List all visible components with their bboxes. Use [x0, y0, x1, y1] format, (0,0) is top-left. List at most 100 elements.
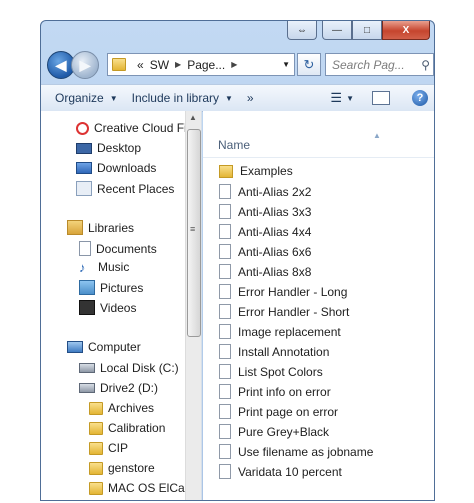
sidebar-item-videos[interactable]: Videos [79, 300, 136, 315]
file-icon [219, 224, 231, 239]
forward-button[interactable]: ▶ [71, 51, 99, 79]
list-item-label: Anti-Alias 4x4 [238, 224, 312, 239]
restore-button[interactable]: ⇔ [287, 21, 317, 40]
sidebar-item-label: Local Disk (C:) [100, 361, 179, 375]
sidebar-item-genstore[interactable]: genstore [89, 461, 155, 475]
sidebar-item-archives[interactable]: Archives [89, 401, 154, 415]
sidebar-item-label: Desktop [97, 141, 142, 155]
list-item[interactable]: Pure Grey+Black [219, 424, 329, 439]
chevron-right-icon[interactable]: ▶ [175, 60, 181, 69]
address-bar[interactable]: « SW ▶ Page... ▶ ▼ [107, 53, 295, 76]
sidebar-item-music[interactable]: ♪ Music [79, 260, 129, 274]
column-header-name[interactable]: Name [218, 138, 250, 152]
maximize-button[interactable]: □ [352, 21, 382, 40]
refresh-button[interactable]: ↻ [297, 53, 321, 76]
maximize-icon: □ [363, 24, 371, 36]
folder-icon [89, 421, 103, 435]
chevron-down-icon: ▼ [109, 93, 118, 103]
sidebar-item-label: Documents [96, 241, 157, 256]
list-item[interactable]: Varidata 10 percent [219, 464, 342, 479]
list-item-label: Anti-Alias 6x6 [238, 244, 312, 259]
recent-places-icon [76, 181, 92, 196]
list-item[interactable]: Error Handler - Short [219, 304, 349, 319]
videos-icon [79, 300, 95, 315]
list-item-label: Error Handler - Long [238, 284, 348, 299]
list-item-label: Install Annotation [238, 344, 330, 359]
list-item-label: Varidata 10 percent [238, 464, 342, 479]
file-icon [219, 264, 231, 279]
sidebar-item-calibration[interactable]: Calibration [89, 421, 165, 435]
search-input[interactable]: Search Pag... ⚲ [325, 53, 434, 76]
include-in-library-menu[interactable]: Include in library ▼ [132, 91, 233, 105]
list-item-label: Error Handler - Short [238, 304, 350, 319]
help-icon[interactable]: ? [412, 90, 428, 106]
sidebar-item-recent-places[interactable]: Recent Places [76, 181, 174, 196]
sidebar-item-label: Calibration [108, 421, 166, 435]
sidebar-item-creative-cloud[interactable]: Creative Cloud Fi [76, 121, 185, 135]
file-icon [219, 384, 231, 399]
scroll-up-icon[interactable]: ▲ [189, 113, 197, 122]
sidebar-item-local-disk[interactable]: Local Disk (C:) [79, 361, 179, 375]
list-item[interactable]: Anti-Alias 2x2 [219, 184, 311, 199]
sidebar-item-computer[interactable]: Computer [67, 340, 141, 354]
list-item-label: Pure Grey+Black [238, 424, 330, 439]
sidebar-item-label: Archives [108, 401, 155, 415]
organize-menu[interactable]: Organize ▼ [55, 91, 118, 105]
close-icon: X [402, 24, 410, 36]
more-commands-button[interactable]: » [247, 91, 254, 105]
folder-icon [219, 164, 233, 178]
sidebar-item-label: Pictures [100, 280, 144, 295]
sidebar-item-downloads[interactable]: Downloads [76, 161, 156, 175]
sidebar-item-libraries[interactable]: Libraries [67, 220, 134, 235]
list-item-label: Examples [240, 164, 293, 178]
list-item[interactable]: Anti-Alias 6x6 [219, 244, 311, 259]
pane-divider[interactable] [201, 111, 202, 500]
change-view-icon[interactable]: ☰ [330, 90, 342, 106]
breadcrumb-sw[interactable]: SW [150, 58, 169, 72]
sidebar-item-label: Downloads [97, 161, 157, 175]
sidebar-item-pictures[interactable]: Pictures [79, 280, 143, 295]
sidebar-item-label: genstore [108, 461, 155, 475]
sidebar-item-label: MAC OS ElCapi [108, 481, 185, 495]
navigation-scrollbar[interactable]: ▲ ≡ [185, 111, 201, 500]
sidebar-item-label: Videos [100, 300, 137, 315]
list-item[interactable]: Image replacement [219, 324, 341, 339]
chevron-down-icon[interactable]: ▼ [282, 60, 290, 69]
list-item[interactable]: Anti-Alias 4x4 [219, 224, 311, 239]
list-item-label: Print info on error [238, 384, 331, 399]
list-item[interactable]: Examples [219, 164, 293, 178]
organize-label: Organize [55, 91, 104, 105]
list-item[interactable]: Error Handler - Long [219, 284, 347, 299]
list-item[interactable]: Install Annotation [219, 344, 329, 359]
list-item[interactable]: List Spot Colors [219, 364, 323, 379]
folder-icon [89, 401, 103, 415]
more-commands-label: » [246, 91, 254, 105]
list-item-label: List Spot Colors [238, 364, 323, 379]
local-disk-icon [79, 363, 95, 373]
sidebar-item-desktop[interactable]: Desktop [76, 141, 141, 155]
breadcrumb-page[interactable]: Page... [187, 58, 225, 72]
sidebar-item-drive2[interactable]: Drive2 (D:) [79, 381, 158, 395]
list-item[interactable]: Anti-Alias 3x3 [219, 204, 311, 219]
header-divider [203, 157, 434, 158]
sidebar-item-documents[interactable]: Documents [79, 241, 157, 256]
list-item[interactable]: Use filename as jobname [219, 444, 373, 459]
list-item[interactable]: Print page on error [219, 404, 338, 419]
sidebar-item-cip[interactable]: CIP [89, 441, 128, 455]
preview-pane-icon[interactable] [372, 91, 390, 105]
chevron-down-icon[interactable]: ▼ [346, 94, 354, 103]
sidebar-item-mac-os[interactable]: MAC OS ElCapi [89, 481, 185, 495]
folder-icon [89, 441, 103, 455]
music-icon: ♪ [79, 259, 86, 275]
breadcrumb-overflow[interactable]: « [137, 58, 144, 72]
list-item[interactable]: Anti-Alias 8x8 [219, 264, 311, 279]
downloads-icon [76, 162, 92, 174]
minimize-button[interactable]: — [322, 21, 352, 40]
restore-icon: ⇔ [297, 24, 307, 36]
navigation-pane: Creative Cloud Fi Desktop Downloads Rece… [41, 111, 185, 500]
list-item[interactable]: Print info on error [219, 384, 331, 399]
close-button[interactable]: X [382, 21, 430, 40]
search-icon: ⚲ [421, 57, 430, 72]
chevron-right-icon[interactable]: ▶ [231, 60, 237, 69]
explorer-window: ⇔ — □ X ◀ ▶ « SW ▶ Page... ▶ ▼ ↻ Search … [40, 20, 435, 501]
